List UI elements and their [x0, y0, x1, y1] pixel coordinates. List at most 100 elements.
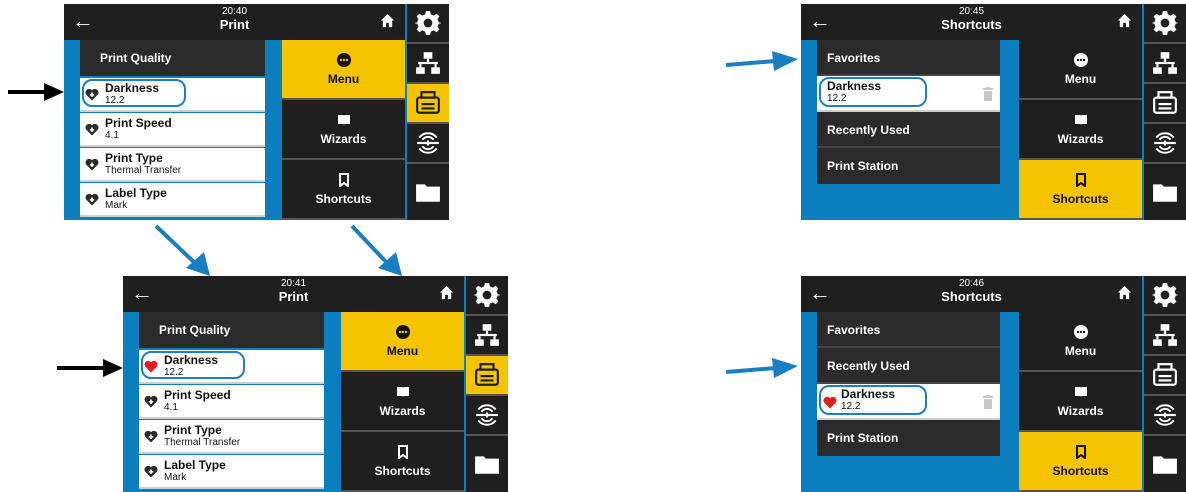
- pointer-arrow-blue-shortcuts-2: [725, 358, 798, 378]
- heart-plus-icon[interactable]: [85, 88, 99, 101]
- menu-dots-icon: [395, 324, 410, 339]
- heart-plus-icon[interactable]: [85, 123, 99, 136]
- sensor-nav[interactable]: [1144, 124, 1186, 164]
- menu-column: Menu Wizards Shortcuts: [1019, 40, 1142, 220]
- heart-filled-icon[interactable]: [823, 396, 837, 409]
- list-item-darkness[interactable]: Darkness 12.2: [80, 78, 265, 112]
- item-name: Print Speed: [164, 388, 231, 402]
- list-item-print-station[interactable]: Print Station: [817, 420, 1000, 456]
- network-nav[interactable]: [466, 316, 508, 356]
- list-item-print-type[interactable]: Print Type Thermal Transfer: [139, 420, 324, 454]
- screen-title: Print: [219, 17, 250, 32]
- files-nav[interactable]: [1144, 164, 1186, 220]
- shortcuts-button[interactable]: Shortcuts: [1019, 160, 1142, 220]
- item-name: Label Type: [164, 458, 226, 472]
- print-nav[interactable]: [1144, 84, 1186, 124]
- item-label: Recently Used: [827, 123, 910, 137]
- settings-list: Print Quality Darkness 12.2 Print Speed …: [139, 312, 324, 492]
- list-item-darkness[interactable]: Darkness 12.2: [139, 350, 324, 384]
- print-nav[interactable]: [407, 84, 449, 124]
- sensor-nav[interactable]: [1144, 396, 1186, 436]
- sensor-icon: [1154, 404, 1176, 426]
- list-item-label-type[interactable]: Label Type Mark: [139, 455, 324, 489]
- settings-nav[interactable]: [466, 276, 508, 316]
- network-icon: [475, 324, 499, 346]
- sensor-nav[interactable]: [407, 124, 449, 164]
- menu-button[interactable]: Menu: [1019, 40, 1142, 100]
- bookmark-icon: [1075, 172, 1086, 187]
- network-nav[interactable]: [407, 44, 449, 84]
- settings-list: Print Quality Darkness 12.2 Print Speed …: [80, 40, 265, 220]
- list-item-darkness[interactable]: Darkness 12.2: [817, 76, 1000, 112]
- heart-plus-icon[interactable]: [85, 193, 99, 206]
- folder-icon: [1153, 456, 1177, 474]
- menu-button[interactable]: Menu: [341, 312, 464, 372]
- list-item-favorites[interactable]: Favorites: [817, 40, 1000, 76]
- network-nav[interactable]: [1144, 44, 1186, 84]
- shortcuts-button[interactable]: Shortcuts: [341, 432, 464, 492]
- list-item-print-speed[interactable]: Print Speed 4.1: [80, 113, 265, 147]
- gear-icon: [415, 11, 441, 35]
- screen-title: Shortcuts: [941, 289, 1002, 304]
- heart-plus-icon[interactable]: [85, 158, 99, 171]
- files-nav[interactable]: [466, 436, 508, 492]
- print-nav[interactable]: [466, 356, 508, 396]
- wizards-button[interactable]: Wizards: [1019, 372, 1142, 432]
- menu-button[interactable]: Menu: [282, 40, 405, 100]
- wizards-button-label: Wizards: [379, 403, 426, 418]
- files-nav[interactable]: [1144, 436, 1186, 492]
- home-icon[interactable]: [439, 285, 454, 300]
- wizards-button[interactable]: Wizards: [1019, 100, 1142, 160]
- item-value: 4.1: [164, 402, 178, 413]
- list-item-label-type[interactable]: Label Type Mark: [80, 183, 265, 217]
- shortcuts-button-label: Shortcuts: [374, 463, 431, 478]
- list-item-print-station[interactable]: Print Station: [817, 148, 1000, 184]
- clock: 20:45: [958, 6, 985, 17]
- trash-icon[interactable]: [983, 87, 993, 101]
- item-value: 12.2: [841, 401, 861, 412]
- wizards-button-label: Wizards: [1057, 403, 1104, 418]
- side-nav: [466, 276, 508, 492]
- home-icon[interactable]: [1117, 13, 1132, 28]
- pointer-arrow-blue-right: [350, 224, 402, 276]
- clock: 20:46: [958, 278, 985, 289]
- home-icon[interactable]: [1117, 285, 1132, 300]
- side-nav: [1144, 276, 1186, 492]
- settings-nav[interactable]: [1144, 4, 1186, 44]
- print-nav[interactable]: [1144, 356, 1186, 396]
- home-icon[interactable]: [380, 13, 395, 28]
- menu-column: Menu Wizards Shortcuts: [341, 312, 464, 492]
- list-item-favorites[interactable]: Favorites: [817, 312, 1000, 348]
- menu-dots-icon: [1073, 52, 1088, 67]
- menu-column: Menu Wizards Shortcuts: [1019, 312, 1142, 492]
- heart-plus-icon[interactable]: [144, 395, 158, 408]
- shortcuts-button[interactable]: Shortcuts: [1019, 432, 1142, 492]
- list-item-recently-used[interactable]: Recently Used: [817, 348, 1000, 384]
- list-item-print-type[interactable]: Print Type Thermal Transfer: [80, 148, 265, 182]
- menu-button[interactable]: Menu: [1019, 312, 1142, 372]
- pointer-arrow-black-top: [8, 83, 64, 101]
- shortcuts-screen-recent: ← 20:46 Shortcuts Favorites Recently Use…: [801, 276, 1186, 492]
- network-nav[interactable]: [1144, 316, 1186, 356]
- heart-plus-icon[interactable]: [144, 430, 158, 443]
- pointer-arrow-blue-shortcuts-1: [725, 51, 798, 71]
- files-nav[interactable]: [407, 164, 449, 220]
- settings-nav[interactable]: [1144, 276, 1186, 316]
- network-icon: [416, 52, 440, 74]
- item-name: Label Type: [105, 186, 167, 200]
- shortcuts-screen-favorites: ← 20:45 Shortcuts Favorites Darkness 12.…: [801, 4, 1186, 220]
- sensor-nav[interactable]: [466, 396, 508, 436]
- list-item-recently-used[interactable]: Recently Used: [817, 112, 1000, 148]
- trash-icon[interactable]: [983, 395, 993, 409]
- heart-filled-icon[interactable]: [144, 360, 158, 373]
- settings-nav[interactable]: [407, 4, 449, 44]
- list-item-print-speed[interactable]: Print Speed 4.1: [139, 385, 324, 419]
- wizards-button[interactable]: Wizards: [282, 100, 405, 160]
- wizards-button[interactable]: Wizards: [341, 372, 464, 432]
- item-value: Mark: [105, 200, 128, 211]
- item-value: 12.2: [164, 367, 184, 378]
- heart-plus-icon[interactable]: [144, 465, 158, 478]
- list-item-darkness[interactable]: Darkness 12.2: [817, 384, 1000, 420]
- item-name: Darkness: [105, 81, 160, 95]
- shortcuts-button[interactable]: Shortcuts: [282, 160, 405, 220]
